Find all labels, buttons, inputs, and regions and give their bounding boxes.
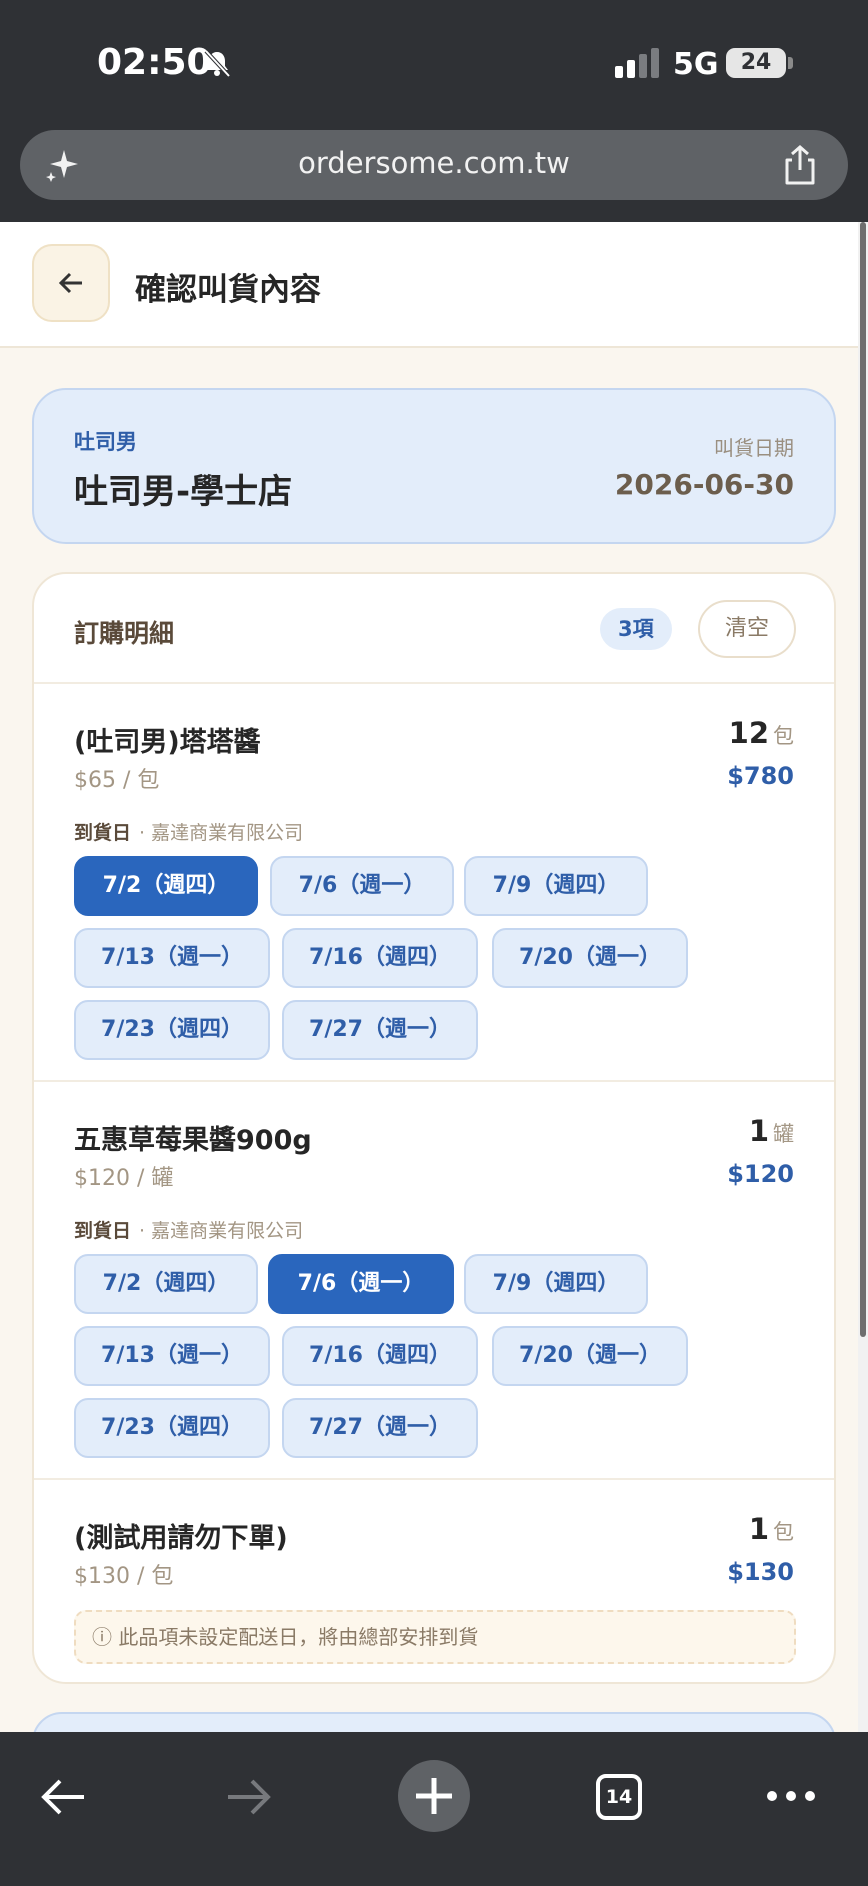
date-chip[interactable]: 7/23（週四） bbox=[74, 1398, 270, 1458]
signal-icon bbox=[615, 48, 659, 78]
bell-muted-icon bbox=[204, 49, 231, 78]
date-chip[interactable]: 7/6（週一） bbox=[270, 856, 454, 916]
item-total: $130 bbox=[727, 1558, 794, 1586]
date-chip-selected[interactable]: 7/6（週一） bbox=[268, 1254, 454, 1314]
share-icon[interactable] bbox=[780, 144, 820, 186]
order-date: 2026-06-30 bbox=[614, 468, 794, 501]
date-chip[interactable]: 7/9（週四） bbox=[464, 856, 648, 916]
more-icon[interactable] bbox=[766, 1784, 816, 1808]
item-quantity: 12 包 bbox=[729, 716, 794, 750]
date-chip[interactable]: 7/13（週一） bbox=[74, 928, 270, 988]
item-unit-price: $130 / 包 bbox=[74, 1564, 174, 1589]
tabs-button[interactable]: 14 bbox=[596, 1774, 642, 1820]
back-arrow-icon[interactable] bbox=[38, 1772, 88, 1822]
date-chip[interactable]: 7/20（週一） bbox=[492, 928, 688, 988]
arrow-left-icon bbox=[58, 272, 82, 294]
order-details-title: 訂購明細 bbox=[74, 619, 175, 648]
browser-bar: ordersome.com.tw bbox=[0, 130, 868, 222]
network-type: 5G bbox=[673, 47, 719, 82]
item-count-badge: 3項 bbox=[600, 608, 672, 650]
status-bar: 02:50 5G 24 bbox=[0, 0, 868, 130]
back-button[interactable] bbox=[32, 244, 110, 322]
notice-text: 此品項未設定配送日，將由總部安排到貨 bbox=[118, 1625, 479, 1649]
item-name: (測試用請勿下單) bbox=[74, 1523, 288, 1554]
url-text[interactable]: ordersome.com.tw bbox=[20, 146, 848, 180]
item-total: $780 bbox=[727, 762, 794, 790]
qty-number: 12 bbox=[728, 716, 769, 750]
item-name: 五惠草莓果醬900g bbox=[74, 1125, 312, 1156]
scroll-thumb[interactable] bbox=[860, 222, 866, 1337]
item-total: $120 bbox=[727, 1160, 794, 1188]
info-icon: ⓘ bbox=[92, 1625, 112, 1649]
page-header: 確認叫貨內容 bbox=[0, 222, 858, 348]
supplier-name: · 嘉達商業有限公司 bbox=[139, 1220, 304, 1242]
page-title: 確認叫貨內容 bbox=[135, 272, 321, 308]
supplier-name: · 嘉達商業有限公司 bbox=[139, 822, 304, 844]
date-chip[interactable]: 7/13（週一） bbox=[74, 1326, 270, 1386]
arrival-row: 到貨日 · 嘉達商業有限公司 bbox=[74, 818, 303, 845]
browser-toolbar: 14 bbox=[0, 1732, 868, 1886]
date-chip[interactable]: 7/16（週四） bbox=[282, 928, 478, 988]
qty-number: 1 bbox=[748, 1512, 769, 1546]
status-time: 02:50 bbox=[97, 42, 212, 83]
date-chip[interactable]: 7/23（週四） bbox=[74, 1000, 270, 1060]
item-unit-price: $65 / 包 bbox=[74, 768, 160, 793]
order-details-header: 訂購明細 3項 清空 bbox=[34, 574, 834, 684]
date-chip[interactable]: 7/16（週四） bbox=[282, 1326, 478, 1386]
date-chip[interactable]: 7/9（週四） bbox=[464, 1254, 648, 1314]
battery-icon: 24 bbox=[726, 48, 786, 78]
address-bar[interactable]: ordersome.com.tw bbox=[20, 130, 848, 200]
arrival-label: 到貨日 bbox=[74, 1220, 132, 1242]
order-item: 五惠草莓果醬900g $120 / 罐 1罐 $120 到貨日 · 嘉達商業有限公… bbox=[34, 1082, 834, 1480]
qty-unit: 包 bbox=[773, 724, 794, 748]
item-quantity: 1罐 bbox=[749, 1114, 794, 1148]
clear-button[interactable]: 清空 bbox=[698, 600, 796, 658]
qty-unit: 包 bbox=[773, 1520, 794, 1544]
qty-number: 1 bbox=[748, 1114, 769, 1148]
forward-arrow-icon[interactable] bbox=[224, 1772, 274, 1822]
item-quantity: 1包 bbox=[749, 1512, 794, 1546]
order-item: (吐司男)塔塔醬 $65 / 包 12 包 $780 到貨日 · 嘉達商業有限公司 … bbox=[34, 684, 834, 1082]
store-name: 吐司男-學士店 bbox=[74, 472, 293, 512]
date-chip[interactable]: 7/20（週一） bbox=[492, 1326, 688, 1386]
order-item: (測試用請勿下單) $130 / 包 1包 $130 ⓘ 此品項未設定配送日，將… bbox=[34, 1480, 834, 1682]
scrollbar[interactable] bbox=[858, 222, 868, 1732]
store-card: 吐司男 吐司男-學士店 叫貨日期 2026-06-30 bbox=[32, 388, 836, 544]
order-details-card: 訂購明細 3項 清空 (吐司男)塔塔醬 $65 / 包 12 包 $780 到貨日… bbox=[32, 572, 836, 1684]
new-tab-button[interactable] bbox=[398, 1760, 470, 1832]
date-chip[interactable]: 7/27（週一） bbox=[282, 1000, 478, 1060]
item-unit-price: $120 / 罐 bbox=[74, 1166, 174, 1191]
date-chip[interactable]: 7/2（週四） bbox=[74, 1254, 258, 1314]
date-chip[interactable]: 7/27（週一） bbox=[282, 1398, 478, 1458]
qty-unit: 罐 bbox=[773, 1122, 794, 1146]
date-chip-selected[interactable]: 7/2（週四） bbox=[74, 856, 258, 916]
order-date-label: 叫貨日期 bbox=[714, 436, 794, 460]
arrival-row: 到貨日 · 嘉達商業有限公司 bbox=[74, 1216, 303, 1243]
item-name: (吐司男)塔塔醬 bbox=[74, 727, 261, 758]
delivery-notice: ⓘ 此品項未設定配送日，將由總部安排到貨 bbox=[74, 1610, 796, 1664]
plus-icon bbox=[416, 1778, 452, 1814]
battery-tip bbox=[788, 57, 793, 69]
store-brand: 吐司男 bbox=[74, 430, 137, 454]
arrival-label: 到貨日 bbox=[74, 822, 132, 844]
